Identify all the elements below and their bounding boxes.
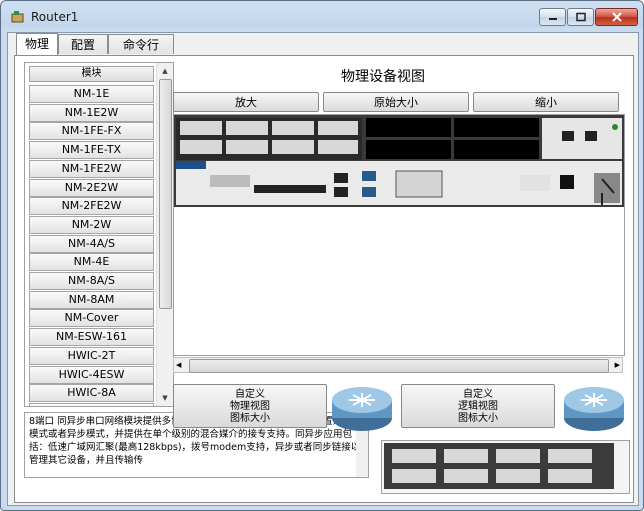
tab-cli[interactable]: 命令行 — [108, 34, 174, 54]
module-item[interactable]: NM-1FE2W — [29, 159, 154, 178]
maximize-button[interactable] — [567, 8, 594, 26]
module-preview-image — [384, 443, 614, 489]
module-item[interactable]: NM-1FE-TX — [29, 141, 154, 160]
tab-physical[interactable]: 物理 — [16, 33, 58, 55]
module-item[interactable]: NM-ESW-161 — [29, 328, 154, 347]
maximize-icon — [575, 12, 586, 22]
module-item[interactable]: NM-8A/S — [29, 272, 154, 290]
scroll-left-arrow-icon[interactable]: ◀ — [176, 358, 181, 372]
custom-logical-line-1: 自定义 — [463, 389, 493, 400]
module-item[interactable]: NM-1E — [29, 85, 154, 103]
module-list-header: 模块 — [29, 66, 154, 82]
module-list: 模块 NM-1E NM-1E2W NM-1FE-FX NM-1FE-TX NM-1FE2… — [24, 62, 174, 407]
module-item[interactable]: NM-1FE-FX — [29, 122, 154, 141]
module-item[interactable]: NM-2W — [29, 215, 154, 234]
module-item[interactable]: HWIC-8A — [29, 384, 154, 403]
router-app-icon — [11, 11, 24, 23]
close-icon — [611, 12, 622, 22]
module-item[interactable]: HWIC-2T — [29, 346, 154, 365]
minimize-button[interactable] — [539, 8, 566, 26]
close-button[interactable] — [595, 8, 638, 26]
tab-config[interactable]: 配置 — [58, 34, 108, 54]
module-item[interactable]: HWIC-4ESW — [29, 365, 154, 384]
custom-physical-line-3: 图标大小 — [230, 413, 270, 424]
module-item[interactable]: NM-2E2W — [29, 178, 154, 197]
power-modules — [542, 118, 622, 159]
custom-logical-line-2: 逻辑视图 — [458, 401, 498, 412]
module-item[interactable]: NM-4E — [29, 253, 154, 272]
module-item[interactable]: NM-1E2W — [29, 103, 154, 122]
custom-logical-icon-size-button[interactable]: 自定义 逻辑视图 图标大小 — [401, 384, 555, 428]
scroll-thumb[interactable] — [159, 79, 172, 309]
module-item[interactable]: NM-4A/S — [29, 234, 154, 253]
device-viewport[interactable] — [173, 114, 625, 356]
module-item[interactable]: NM-Cover — [29, 309, 154, 328]
scroll-right-arrow-icon[interactable]: ▶ — [615, 358, 620, 372]
router-icon — [564, 387, 624, 431]
custom-physical-icon-size-button[interactable]: 自定义 物理视图 图标大小 — [173, 384, 327, 428]
zoom-in-button[interactable]: 放大 — [173, 92, 319, 112]
scroll-down-arrow-icon[interactable]: ▼ — [157, 390, 173, 406]
physical-panel: 模块 NM-1E NM-1E2W NM-1FE-FX NM-1FE-TX NM-1FE2… — [14, 55, 634, 503]
scroll-up-arrow-icon[interactable]: ▲ — [157, 63, 173, 79]
module-item[interactable]: HWIC-AP-AG-B — [29, 402, 154, 406]
original-size-button[interactable]: 原始大小 — [323, 92, 469, 112]
module-item[interactable]: NM-8AM — [29, 290, 154, 309]
module-item[interactable]: NM-2FE2W — [29, 197, 154, 216]
module-list-scrollbar[interactable]: ▲ ▼ — [156, 63, 173, 406]
router-chassis-image — [174, 115, 624, 207]
router-icon — [332, 387, 392, 431]
viewport-hscrollbar[interactable]: ◀ ▶ — [173, 357, 623, 373]
custom-physical-line-1: 自定义 — [235, 389, 265, 400]
hscroll-thumb[interactable] — [189, 359, 609, 373]
nm-slot-left — [176, 118, 362, 160]
zoom-out-button[interactable]: 缩小 — [473, 92, 619, 112]
router-window: Router1 物理 配置 命令行 模块 NM-1E NM-1E2W NM-1FE-… — [0, 0, 644, 511]
client-area: 物理 配置 命令行 模块 NM-1E NM-1E2W NM-1FE-FX NM-1FE… — [7, 32, 639, 506]
title-bar[interactable]: Router1 — [1, 1, 643, 31]
minimize-icon — [548, 18, 557, 20]
view-title: 物理设备视图 — [341, 69, 425, 85]
window-title: Router1 — [31, 10, 79, 24]
custom-logical-line-3: 图标大小 — [458, 413, 498, 424]
module-preview — [381, 440, 630, 494]
custom-physical-line-2: 物理视图 — [230, 401, 270, 412]
